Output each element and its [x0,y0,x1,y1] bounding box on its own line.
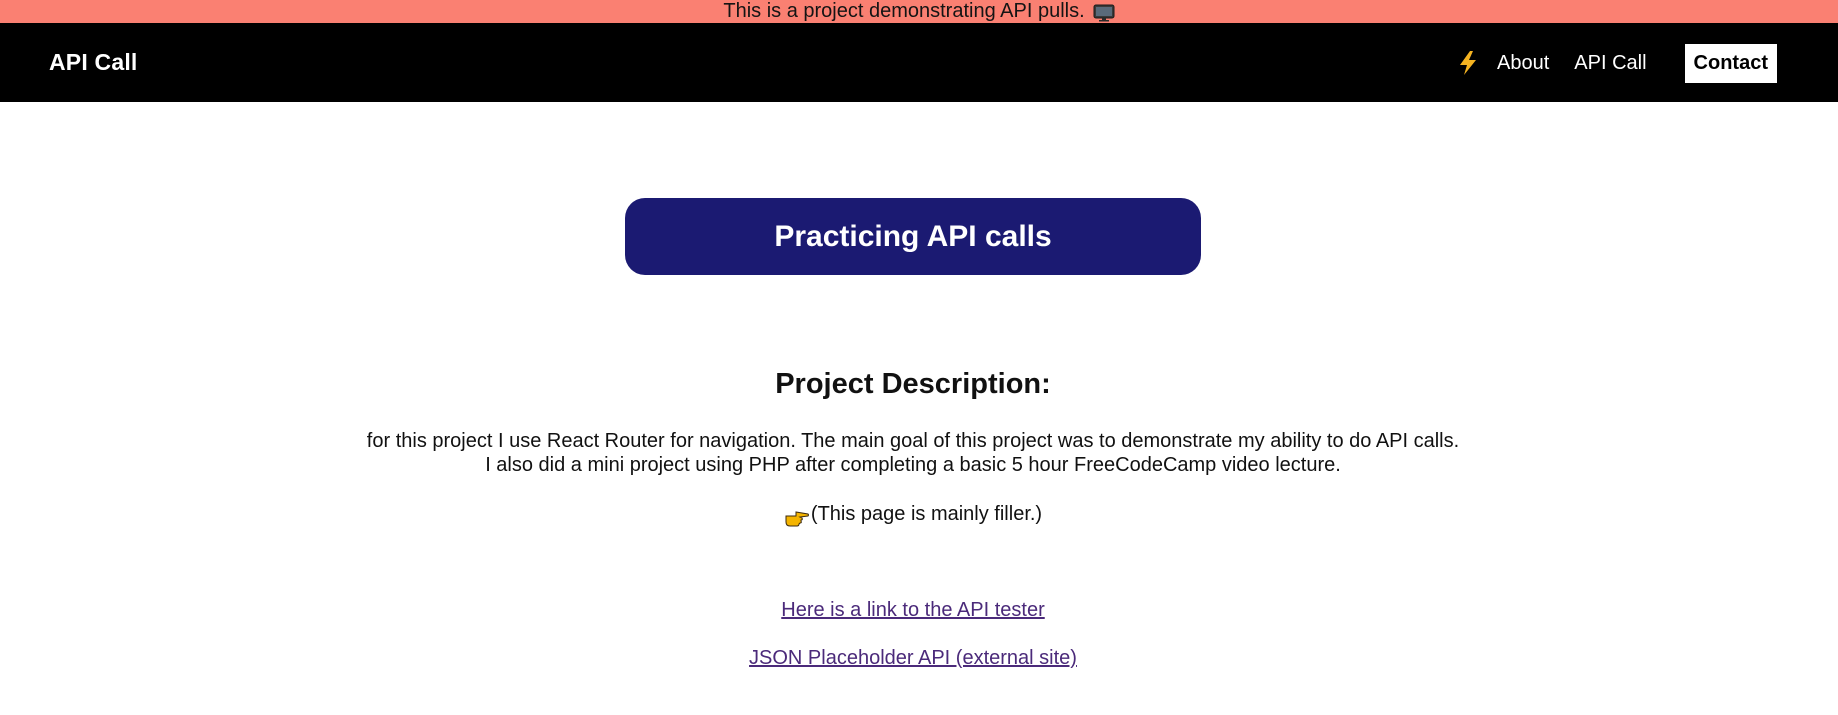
filler-text: (This page is mainly filler.) [810,503,1043,525]
description-heading: Project Description: [775,368,1051,400]
description-line-1: for this project I use React Router for … [366,430,1460,452]
nav-link-about[interactable]: About [1497,52,1549,75]
description-body: for this project I use React Router for … [0,429,1826,477]
api-tester-link[interactable]: Here is a link to the API tester [781,599,1044,621]
nav-link-api-call[interactable]: API Call [1574,52,1646,75]
brand-logo[interactable]: API Call [49,49,138,76]
banner-text: This is a project demonstrating API pull… [723,0,1085,22]
json-placeholder-link[interactable]: JSON Placeholder API (external site) [749,647,1077,669]
pointing-hand-icon [785,510,809,526]
api-tester-link-row: Here is a link to the API tester [0,599,1826,622]
navbar: API Call About API Call Contact [0,23,1838,102]
filler-note: (This page is mainly filler.) [0,503,1826,526]
hero-title: Practicing API calls [774,219,1052,253]
json-placeholder-link-row: JSON Placeholder API (external site) [0,647,1826,670]
nav-link-contact[interactable]: Contact [1684,43,1777,83]
lightning-bolt-icon [1460,51,1477,75]
top-banner: This is a project demonstrating API pull… [0,0,1838,23]
monitor-icon [1093,4,1115,21]
description-line-2: I also did a mini project using PHP afte… [485,454,1341,476]
nav-links: About API Call Contact [1457,43,1777,83]
hero-banner: Practicing API calls [625,198,1201,275]
